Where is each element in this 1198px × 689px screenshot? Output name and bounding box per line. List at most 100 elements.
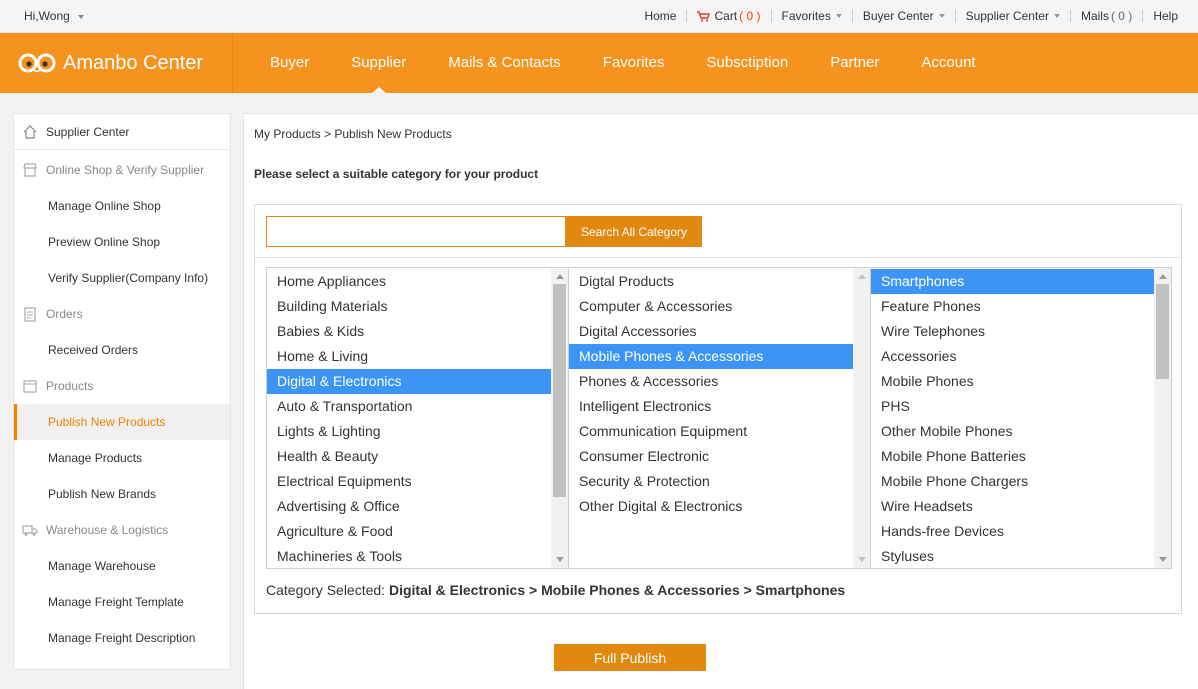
category-selected: Category Selected: Digital & Electronics… [266,582,845,598]
list-item[interactable]: Advertising & Office [267,494,551,519]
list-item-selected[interactable]: Digital & Electronics [267,369,551,394]
sidebar-item-manage-online-shop[interactable]: Manage Online Shop [14,188,230,224]
scrollbar[interactable] [1154,268,1171,568]
search-all-category-button[interactable]: Search All Category [566,216,702,247]
scroll-up-arrow-icon[interactable] [858,274,866,279]
main-nav: Buyer Supplier Mails & Contacts Favorite… [249,33,997,93]
scrollbar[interactable] [853,268,870,568]
list-item[interactable]: Security & Protection [569,469,853,494]
sidebar-item-publish-new-products[interactable]: Publish New Products [14,404,230,440]
favorites-menu[interactable]: Favorites [772,9,852,23]
scroll-up-arrow-icon[interactable] [556,274,564,279]
cart-link[interactable]: Cart( 0 ) [687,9,770,23]
list-item[interactable]: Wire Headsets [871,494,1154,519]
list-item[interactable]: Other Mobile Phones [871,419,1154,444]
nav-favorites[interactable]: Favorites [582,33,686,93]
cart-icon [697,10,711,22]
sidebar-item-manage-freight-template[interactable]: Manage Freight Template [14,584,230,620]
nav-buyer[interactable]: Buyer [249,33,330,93]
sidebar-item-supplier-center[interactable]: Supplier Center [14,114,230,150]
sidebar-item-manage-products[interactable]: Manage Products [14,440,230,476]
main-content: My Products > Publish New Products Pleas… [243,113,1198,689]
user-greeting: Hi,Wong [24,9,70,23]
list-item[interactable]: Hands-free Devices [871,519,1154,544]
mails-link[interactable]: Mails( 0 ) [1071,9,1142,23]
list-item[interactable]: Styluses [871,544,1154,568]
list-item[interactable]: Feature Phones [871,294,1154,319]
sidebar-item-label: Supplier Center [46,124,130,139]
home-link[interactable]: Home [634,9,686,23]
list-item[interactable]: Babies & Kids [267,319,551,344]
sidebar-item-preview-online-shop[interactable]: Preview Online Shop [14,224,230,260]
chevron-down-icon [1053,14,1060,18]
nav-supplier[interactable]: Supplier [330,33,427,93]
nav-partner[interactable]: Partner [809,33,900,93]
list-item-selected[interactable]: Mobile Phones & Accessories [569,344,853,369]
sidebar-item-manage-warehouse[interactable]: Manage Warehouse [14,548,230,584]
main-header: Amanbo Center Buyer Supplier Mails & Con… [0,33,1198,93]
list-item[interactable]: Machineries & Tools [267,544,551,568]
category-list-level-2[interactable]: Digtal Products Computer & Accessories D… [569,268,871,568]
nav-account[interactable]: Account [900,33,996,93]
list-item[interactable]: Agriculture & Food [267,519,551,544]
list-item[interactable]: Home Appliances [267,269,551,294]
list-item[interactable]: Mobile Phone Batteries [871,444,1154,469]
list-item[interactable]: Computer & Accessories [569,294,853,319]
sidebar-item-publish-new-brands[interactable]: Publish New Brands [14,476,230,512]
list-item[interactable]: Lights & Lighting [267,419,551,444]
category-list-level-3[interactable]: Smartphones Feature Phones Wire Telephon… [871,268,1171,568]
brand-name: Amanbo Center [63,51,204,74]
list-item[interactable]: Other Digital & Electronics [569,494,853,519]
help-link[interactable]: Help [1143,9,1198,23]
list-item[interactable]: Accessories [871,344,1154,369]
list-item[interactable]: Communication Equipment [569,419,853,444]
brand-logo-link[interactable]: Amanbo Center [0,33,233,93]
scroll-up-arrow-icon[interactable] [1159,274,1167,279]
scrollbar[interactable] [551,268,568,568]
box-icon [23,380,37,393]
page-prompt: Please select a suitable category for yo… [254,167,539,181]
category-search-input[interactable] [266,216,566,247]
list-item[interactable]: Building Materials [267,294,551,319]
sidebar-section-online-shop: Online Shop & Verify Supplier [14,152,230,188]
list-item[interactable]: Mobile Phones [871,369,1154,394]
category-list-level-1[interactable]: Home Appliances Building Materials Babie… [267,268,569,568]
divider [255,257,1181,258]
scroll-down-arrow-icon[interactable] [556,557,564,562]
list-item[interactable]: PHS [871,394,1154,419]
category-lists: Home Appliances Building Materials Babie… [266,267,1172,569]
list-item[interactable]: Wire Telephones [871,319,1154,344]
sidebar-item-manage-freight-description[interactable]: Manage Freight Description [14,620,230,656]
user-greeting-menu[interactable]: Hi,Wong [24,9,84,23]
nav-mails-contacts[interactable]: Mails & Contacts [427,33,582,93]
scroll-down-arrow-icon[interactable] [1159,557,1167,562]
sidebar-section-label: Online Shop & Verify Supplier [46,163,205,177]
sidebar-item-verify-supplier[interactable]: Verify Supplier(Company Info) [14,260,230,296]
buyer-center-menu[interactable]: Buyer Center [853,9,955,23]
list-item[interactable]: Intelligent Electronics [569,394,853,419]
list-item-selected[interactable]: Smartphones [871,269,1154,294]
scrollbar-thumb[interactable] [1156,284,1169,379]
list-item[interactable]: Digtal Products [569,269,853,294]
list-item[interactable]: Mobile Phone Chargers [871,469,1154,494]
sidebar-item-received-orders[interactable]: Received Orders [14,332,230,368]
list-item[interactable]: Electrical Equipments [267,469,551,494]
sidebar-section-label: Orders [46,307,83,321]
list-item[interactable]: Home & Living [267,344,551,369]
breadcrumb: My Products > Publish New Products [254,127,452,141]
list-item[interactable]: Digital Accessories [569,319,853,344]
full-publish-button[interactable]: Full Publish [554,644,706,671]
list-item[interactable]: Phones & Accessories [569,369,853,394]
scroll-down-arrow-icon[interactable] [858,557,866,562]
sidebar-section-label: Products [46,379,94,393]
nav-subscription[interactable]: Subsctiption [685,33,809,93]
list-item[interactable]: Auto & Transportation [267,394,551,419]
supplier-center-menu[interactable]: Supplier Center [956,9,1070,23]
sidebar-section-warehouse: Warehouse & Logistics [14,512,230,548]
sidebar-section-products: Products [14,368,230,404]
list-item[interactable]: Health & Beauty [267,444,551,469]
top-links: Home Cart( 0 ) Favorites Buyer Center Su… [634,9,1198,23]
scrollbar-thumb[interactable] [553,284,566,497]
sidebar: Supplier Center Online Shop & Verify Sup… [13,113,231,670]
list-item[interactable]: Consumer Electronic [569,444,853,469]
